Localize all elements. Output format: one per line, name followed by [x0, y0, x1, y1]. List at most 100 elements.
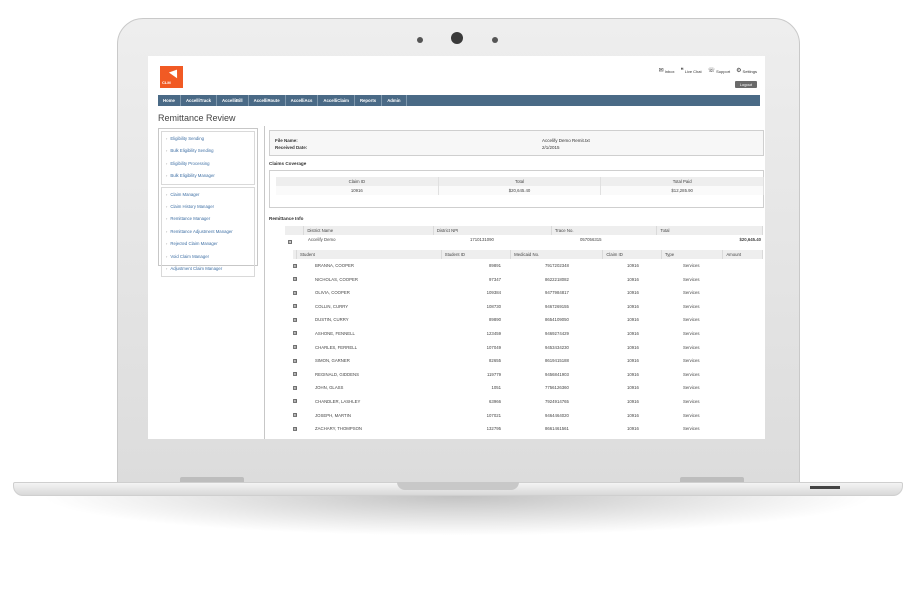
- service-type: Services: [683, 412, 700, 418]
- student-col-header: Type: [662, 250, 724, 259]
- collapse-icon[interactable]: ⊟: [288, 239, 292, 244]
- table-row[interactable]: ⊞ ZACHARY, THOMPSON 132795 8661461561 10916 S…: [285, 422, 763, 436]
- table-row[interactable]: ⊞ OLIVIA, COOPER 109384 9477984817 10916 Serv…: [285, 286, 763, 300]
- student-id: 97347: [489, 276, 501, 282]
- expand-icon[interactable]: ⊞: [293, 413, 297, 418]
- table-row[interactable]: ⊞ COLLIN, CURRY 108730 9467269155 10916 Servi…: [285, 300, 763, 314]
- nav-item-reports[interactable]: Reports: [355, 95, 383, 106]
- expand-icon[interactable]: ⊞: [293, 290, 297, 295]
- district-npi: 1710131090: [470, 237, 494, 242]
- sidebar-item-remittance-manager[interactable]: › Remittance Manager: [162, 213, 254, 225]
- sidebar-item-eligibility-processing[interactable]: › Eligibility Processing: [162, 158, 254, 170]
- expand-icon[interactable]: ⊞: [293, 358, 297, 363]
- top-link-inbox[interactable]: ✉ Inbox: [659, 68, 675, 74]
- expand-icon[interactable]: ⊞: [293, 277, 297, 282]
- coverage-col-header: Total: [438, 177, 602, 186]
- expand-icon[interactable]: ⊞: [293, 372, 297, 377]
- student-id: 107049: [486, 344, 501, 350]
- district-col-header: Total: [657, 226, 763, 235]
- student-id: 63966: [489, 398, 501, 404]
- nav-item-accellibill[interactable]: AccelliBill: [217, 95, 249, 106]
- sidebar-item-bulk-eligibility-manager[interactable]: › Bulk Eligibility Manager: [162, 170, 254, 182]
- district-total: $20,645.40: [739, 237, 761, 242]
- claim-id: 10916: [627, 398, 639, 404]
- expand-icon[interactable]: ⊞: [293, 331, 297, 336]
- expand-icon[interactable]: ⊞: [293, 385, 297, 390]
- expand-icon[interactable]: ⊞: [293, 304, 297, 309]
- table-row[interactable]: ⊞ JOSEPH, MARTIN 107021 9464464020 10916 Serv…: [285, 409, 763, 423]
- expand-icon[interactable]: ⊞: [293, 426, 297, 431]
- sidebar-item-label: Eligibility Processing: [170, 160, 210, 166]
- table-row[interactable]: ⊞ REGINALD, GIDDENS 119779 9456841903 10916 S…: [285, 368, 763, 382]
- sidebar-item-rejected-claim-manager[interactable]: › Rejected Claim Manager: [162, 238, 254, 250]
- nav-item-accelliclaim[interactable]: AccelliClaim: [318, 95, 355, 106]
- expand-icon[interactable]: ⊞: [293, 345, 297, 350]
- medicaid-no: 9456841903: [545, 371, 569, 377]
- claim-id: 10916: [627, 276, 639, 282]
- student-name: REGINALD, GIDDENS: [315, 371, 359, 377]
- expand-icon[interactable]: ⊞: [293, 399, 297, 404]
- expand-icon[interactable]: ⊞: [293, 263, 297, 268]
- nav-item-accelliroute[interactable]: AccelliRoute: [249, 95, 286, 106]
- table-row[interactable]: ⊞ ASHONE, FENNELL 123459 9469274429 10916 Ser…: [285, 327, 763, 341]
- top-link-settings[interactable]: ⚙ Settings: [736, 68, 757, 74]
- sidebar-item-label: Remittance Adjustment Manager: [170, 228, 233, 234]
- status-led: [810, 486, 840, 489]
- district-row[interactable]: ⊟ Accelify Demo 1710131090 057056315 $20…: [285, 235, 763, 245]
- chevron-right-icon: ›: [166, 253, 168, 259]
- table-row[interactable]: ⊞ BRANNA, COOPER 89891 7917202348 10916 Servi…: [285, 259, 763, 273]
- top-link-live-chat[interactable]: ❝ Live Chat: [680, 68, 701, 74]
- medicaid-no: 8654109050: [545, 317, 569, 323]
- table-row[interactable]: ⊞ CHANDLER, LASHLEY 63966 7924914765 10916 Se…: [285, 395, 763, 409]
- service-type: Services: [683, 290, 700, 296]
- coverage-header-row: Claim ID Total Total Paid: [276, 177, 765, 186]
- file-name-label: File Name:: [275, 138, 298, 143]
- table-row[interactable]: ⊞ JOHN, GLASS 1051 7756126360 10916 Services: [285, 381, 763, 395]
- coverage-value-row: 10916 $20,645.40 $12,285.90: [276, 186, 765, 195]
- top-link-support[interactable]: ☏ Support: [708, 68, 731, 74]
- sidebar-item-adjustment-claim-manager[interactable]: › Adjustment Claim Manager: [162, 263, 254, 275]
- student-name: BRANNA, COOPER: [315, 263, 354, 268]
- claim-id: 10916: [627, 344, 639, 350]
- service-type: Services: [683, 426, 700, 432]
- student-col-header: Student: [297, 250, 442, 259]
- sidebar-item-bulk-eligibility-sending[interactable]: › Bulk Eligibility Sending: [162, 145, 254, 157]
- coverage-value: $12,285.90: [601, 186, 765, 195]
- nav-item-accellitrack[interactable]: AccelliTrack: [181, 95, 218, 106]
- plane-icon: [168, 66, 182, 79]
- medicaid-no: 7756126360: [545, 385, 569, 391]
- chevron-right-icon: ›: [166, 228, 168, 234]
- sidebar-item-eligibility-sending[interactable]: › Eligibility Sending: [162, 133, 254, 145]
- student-id: 107021: [486, 412, 501, 418]
- expand-icon[interactable]: ⊞: [293, 317, 297, 322]
- chevron-right-icon: ›: [166, 191, 168, 197]
- student-id: 89890: [489, 317, 501, 323]
- table-row[interactable]: ⊞ NICHOLAS, COOPER 97347 8622218082 10916 Ser…: [285, 273, 763, 287]
- logout-button[interactable]: Logout: [734, 81, 757, 88]
- student-name: CHARLES, FERRELL: [315, 344, 358, 350]
- sidebar-item-remittance-adjustment-manager[interactable]: › Remittance Adjustment Manager: [162, 226, 254, 238]
- table-row[interactable]: ⊞ SIMON, GARNER 82655 8619415188 10916 Servic…: [285, 354, 763, 368]
- chevron-right-icon: ›: [166, 148, 168, 154]
- lid-notch: [397, 482, 519, 490]
- nav-item-home[interactable]: Home: [158, 95, 181, 106]
- student-name: DUSTIN, CURRY: [315, 317, 349, 323]
- sensor-dot: [492, 37, 498, 43]
- sidebar-item-void-claim-manager[interactable]: › Void Claim Manager: [162, 251, 254, 263]
- clm-logo[interactable]: CLM: [160, 66, 183, 88]
- nav-item-accelliacs[interactable]: AccelliAcs: [286, 95, 319, 106]
- sidebar-item-claim-history-manager[interactable]: › Claim History Manager: [162, 201, 254, 213]
- coverage-col-header: Claim ID: [276, 177, 439, 186]
- remittance-info-title: Remittance Info: [269, 216, 304, 221]
- page-title: Remittance Review: [158, 113, 236, 123]
- file-info-panel: File Name: Received Date: Accelify Demo …: [269, 130, 764, 156]
- claim-id: 10916: [627, 385, 639, 391]
- main-content: File Name: Received Date: Accelify Demo …: [264, 126, 765, 439]
- file-name-value: Accelify Demo Remit.txt: [542, 138, 590, 143]
- nav-item-admin[interactable]: Admin: [382, 95, 407, 106]
- table-row[interactable]: ⊞ DUSTIN, CURRY 89890 8654109050 10916 Servic…: [285, 313, 763, 327]
- received-date-value: 2/1/2015: [542, 145, 560, 150]
- sidebar-item-claim-manager[interactable]: › Claim Manager: [162, 189, 254, 201]
- table-row[interactable]: ⊞ CHARLES, FERRELL 107049 9453434230 10916 Se…: [285, 341, 763, 355]
- claim-id: 10916: [627, 426, 639, 432]
